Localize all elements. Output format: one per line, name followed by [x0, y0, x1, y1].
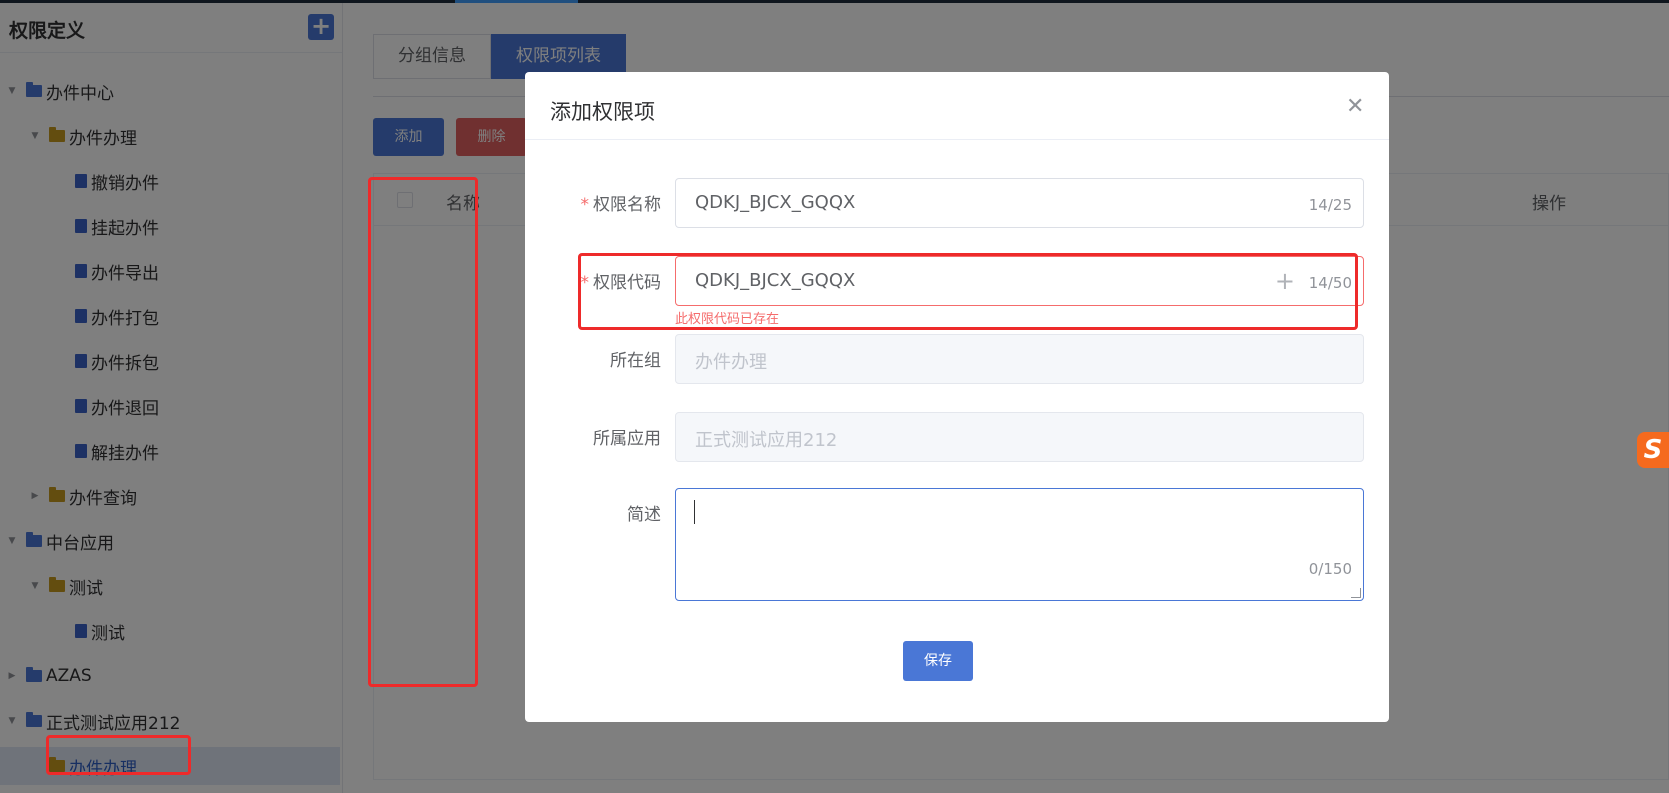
dialog-header: 添加权限项 ✕ [525, 72, 1389, 140]
description-label: 简述 [627, 505, 661, 525]
application-input: 正式测试应用212 [675, 412, 1364, 462]
annotation-box-name-column [368, 177, 478, 687]
application-value: 正式测试应用212 [695, 430, 838, 451]
group-label: 所在组 [610, 351, 661, 371]
permission-name-value: QDKJ_BJCX_GQQX [695, 192, 856, 213]
permission-name-count: 14/25 [1308, 196, 1352, 214]
annotation-box-permission-code [578, 253, 1358, 330]
group-input: 办件办理 [675, 334, 1364, 384]
permission-name-label: * 权限名称 [580, 195, 662, 215]
annotation-box-selected-node [46, 735, 191, 775]
permission-name-input[interactable]: QDKJ_BJCX_GQQX 14/25 [675, 178, 1364, 228]
text-cursor [694, 500, 695, 524]
application-label: 所属应用 [593, 429, 661, 449]
resize-handle[interactable] [1351, 588, 1361, 598]
group-value: 办件办理 [695, 352, 767, 373]
description-count: 0/150 [1308, 560, 1352, 578]
dialog-title: 添加权限项 [550, 100, 655, 124]
close-icon[interactable]: ✕ [1346, 96, 1364, 118]
save-button[interactable]: 保存 [903, 641, 973, 681]
ime-floating-icon[interactable]: S [1637, 432, 1669, 468]
description-textarea[interactable]: 0/150 [675, 488, 1364, 601]
add-permission-dialog: 添加权限项 ✕ * 权限名称 QDKJ_BJCX_GQQX 14/25 * 权限代码… [525, 72, 1389, 722]
